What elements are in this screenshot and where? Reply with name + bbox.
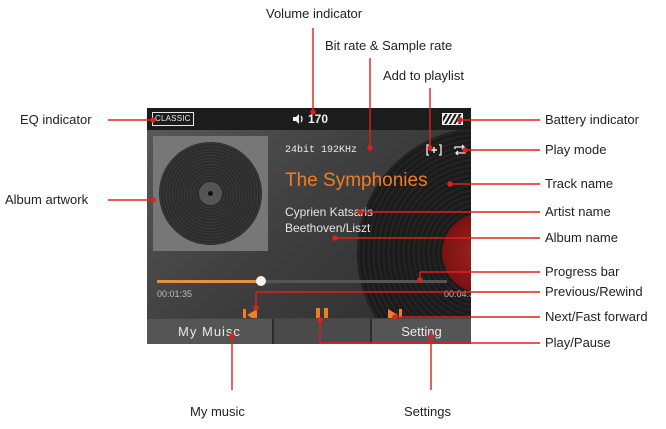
callout-eq: EQ indicator	[20, 112, 92, 127]
callout-bitrate: Bit rate & Sample rate	[325, 38, 453, 53]
callout-add-playlist: Add to playlist	[383, 68, 464, 83]
callout-next: Next/Fast forward	[545, 309, 648, 324]
callout-track: Track name	[545, 176, 614, 191]
callout-prev: Previous/Rewind	[545, 284, 643, 299]
callout-play-mode: Play mode	[545, 142, 607, 157]
callout-album: Album name	[545, 230, 618, 245]
callout-battery: Battery indicator	[545, 112, 639, 127]
callout-play: Play/Pause	[545, 335, 611, 350]
callout-volume: Volume indicator	[266, 6, 363, 21]
callout-artist: Artist name	[545, 204, 611, 219]
callout-progress: Progress bar	[545, 264, 620, 279]
callout-settings: Settings	[404, 404, 451, 419]
callout-artwork: Album artwork	[5, 192, 89, 207]
callout-my-music: My music	[190, 404, 245, 419]
